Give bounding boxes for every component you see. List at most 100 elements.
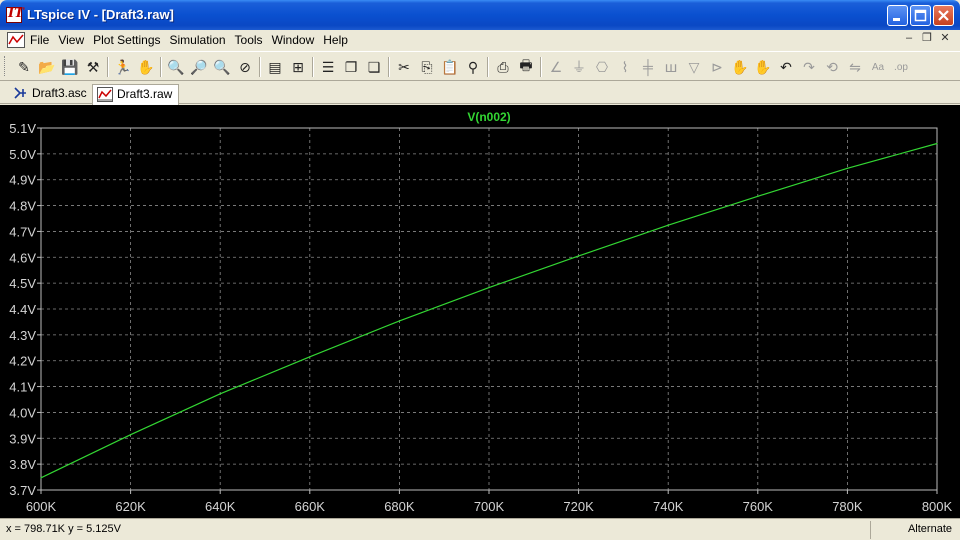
schematic-icon bbox=[14, 87, 26, 99]
ground-icon[interactable]: ⏚ bbox=[569, 57, 589, 77]
tab-draft3-asc[interactable]: Draft3.asc bbox=[8, 84, 93, 104]
save-icon[interactable]: 💾 bbox=[60, 57, 80, 77]
x-tick-label: 680K bbox=[384, 499, 415, 514]
mirror-icon[interactable]: ⇋ bbox=[845, 57, 865, 77]
toolbar-separator bbox=[160, 57, 162, 77]
capacitor-icon[interactable]: ╪ bbox=[638, 57, 658, 77]
x-tick-label: 800K bbox=[922, 499, 953, 514]
window-title: LTspice IV - [Draft3.raw] bbox=[27, 7, 174, 22]
data-point bbox=[667, 224, 669, 226]
tab-label: Draft3.raw bbox=[117, 87, 173, 101]
title-bar[interactable]: IT LTspice IV - [Draft3.raw] bbox=[0, 0, 960, 30]
zoom-in-icon[interactable]: 🔍 bbox=[166, 57, 186, 77]
y-tick-label: 4.3V bbox=[9, 328, 36, 343]
resistor-icon[interactable]: ⌇ bbox=[615, 57, 635, 77]
redo-icon[interactable]: ↷ bbox=[799, 57, 819, 77]
x-tick-label: 720K bbox=[563, 499, 594, 514]
paste-icon[interactable]: 📋 bbox=[440, 57, 460, 77]
waveform-plot[interactable]: 600K 620K 640K 660K 680K 700K 720K 740K 760K 780K… bbox=[0, 105, 960, 518]
data-point bbox=[40, 477, 42, 479]
autorange-icon[interactable]: ▤ bbox=[265, 57, 285, 77]
close-icon bbox=[938, 10, 949, 21]
find-icon[interactable]: ⚲ bbox=[463, 57, 483, 77]
y-tick-label: 4.2V bbox=[9, 354, 36, 369]
minimize-icon bbox=[893, 18, 900, 21]
run-icon[interactable]: 🏃 bbox=[113, 57, 133, 77]
mdi-restore-icon[interactable]: ❐ bbox=[920, 32, 934, 46]
print-setup-icon[interactable]: ⎙ bbox=[493, 57, 513, 77]
trace-title[interactable]: V(n002) bbox=[467, 110, 510, 124]
waveform-doc-icon[interactable] bbox=[7, 32, 25, 48]
data-point bbox=[398, 320, 400, 322]
undo-icon[interactable]: ↶ bbox=[776, 57, 796, 77]
tab-draft3-raw[interactable]: Draft3.raw bbox=[92, 84, 180, 105]
toolbar-separator bbox=[487, 57, 489, 77]
menu-plot-settings[interactable]: Plot Settings bbox=[93, 33, 167, 47]
data-point bbox=[130, 434, 132, 436]
close-button[interactable] bbox=[933, 5, 954, 26]
move-icon[interactable]: ✋ bbox=[730, 57, 750, 77]
menu-bar: File View Plot Settings Simulation Tools… bbox=[0, 30, 960, 50]
data-point bbox=[578, 255, 580, 257]
data-point bbox=[757, 195, 759, 197]
cascade-icon[interactable]: ❐ bbox=[341, 57, 361, 77]
menu-view[interactable]: View bbox=[58, 33, 91, 47]
wire-icon[interactable]: ∠ bbox=[546, 57, 566, 77]
document-tabs: Draft3.asc Draft3.raw bbox=[0, 82, 960, 105]
component-icon[interactable]: ⊳ bbox=[707, 57, 727, 77]
waveform-icon bbox=[97, 87, 113, 102]
menu-tools[interactable]: Tools bbox=[235, 33, 270, 47]
y-tick-label: 3.7V bbox=[9, 483, 36, 498]
tile-horizontal-icon[interactable]: ☰ bbox=[318, 57, 338, 77]
y-tick-label: 3.8V bbox=[9, 457, 36, 472]
print-icon[interactable]: 🖶 bbox=[516, 57, 536, 77]
y-tick-label: 5.0V bbox=[9, 147, 36, 162]
halt-icon[interactable]: ✋ bbox=[136, 57, 156, 77]
x-tick-label: 640K bbox=[205, 499, 236, 514]
open-icon[interactable]: 📂 bbox=[37, 57, 57, 77]
spice-directive-icon[interactable]: .op bbox=[891, 57, 911, 77]
maximize-icon bbox=[914, 9, 927, 22]
data-point bbox=[488, 286, 490, 289]
menu-simulation[interactable]: Simulation bbox=[170, 33, 233, 47]
data-point bbox=[219, 393, 221, 395]
toolbar-grip[interactable] bbox=[4, 56, 7, 76]
x-tick-label: 620K bbox=[115, 499, 146, 514]
y-tick-label: 4.9V bbox=[9, 173, 36, 188]
menu-file[interactable]: File bbox=[30, 33, 56, 47]
zoom-pan-icon[interactable]: 🔎 bbox=[189, 57, 209, 77]
toolbar: ✎ 📂 💾 ⚒ 🏃 ✋ 🔍 🔎 🔍 ⊘ ▤ ⊞ ☰ ❐ ❏ ✂ ⎘ 📋 ⚲ ⎙ 🖶 ∠ ⏚ ⎔ ⌇ ╪ ꟺ ▽ ⊳ ✋ ✋ ↶ ↷ ⟲ ⇋ Aa .op bbox=[0, 51, 960, 81]
zoom-out-icon[interactable]: 🔍 bbox=[212, 57, 232, 77]
minimize-button[interactable] bbox=[887, 5, 908, 26]
zoom-fit-icon[interactable]: ⊘ bbox=[235, 57, 255, 77]
label-net-icon[interactable]: ⎔ bbox=[592, 57, 612, 77]
mdi-minimize-icon[interactable]: – bbox=[902, 32, 916, 46]
rotate-icon[interactable]: ⟲ bbox=[822, 57, 842, 77]
text-icon[interactable]: Aa bbox=[868, 57, 888, 77]
ltspice-logo-icon[interactable]: IT bbox=[6, 6, 24, 23]
maximize-button[interactable] bbox=[910, 5, 931, 26]
plot-background bbox=[0, 105, 960, 518]
x-tick-label: 600K bbox=[26, 499, 57, 514]
x-tick-label: 740K bbox=[653, 499, 684, 514]
menu-window[interactable]: Window bbox=[272, 33, 322, 47]
x-tick-label: 760K bbox=[743, 499, 774, 514]
diode-icon[interactable]: ▽ bbox=[684, 57, 704, 77]
y-tick-label: 4.0V bbox=[9, 405, 36, 420]
control-panel-icon[interactable]: ⚒ bbox=[83, 57, 103, 77]
status-mode: Alternate bbox=[907, 523, 952, 535]
toolbar-separator bbox=[312, 57, 314, 77]
new-schematic-icon[interactable]: ✎ bbox=[14, 57, 34, 77]
drag-icon[interactable]: ✋ bbox=[753, 57, 773, 77]
tile-vertical-icon[interactable]: ❏ bbox=[364, 57, 384, 77]
mdi-close-icon[interactable]: ✕ bbox=[938, 32, 952, 46]
y-tick-label: 4.8V bbox=[9, 199, 36, 214]
x-tick-label: 700K bbox=[474, 499, 505, 514]
waveform-plot-pane[interactable]: 600K 620K 640K 660K 680K 700K 720K 740K 760K 780K… bbox=[0, 105, 960, 518]
cut-icon[interactable]: ✂ bbox=[394, 57, 414, 77]
data-point bbox=[846, 167, 849, 169]
inductor-icon[interactable]: ꟺ bbox=[661, 57, 681, 77]
pick-traces-icon[interactable]: ⊞ bbox=[288, 57, 308, 77]
menu-help[interactable]: Help bbox=[323, 33, 355, 47]
copy-icon[interactable]: ⎘ bbox=[417, 57, 437, 77]
